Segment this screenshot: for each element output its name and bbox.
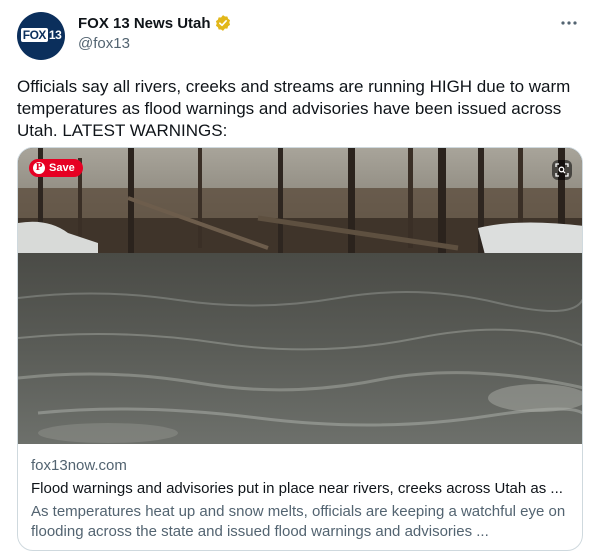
card-image[interactable]: P Save [18,148,582,444]
save-label: Save [49,162,75,174]
display-name[interactable]: FOX 13 News Utah [78,15,211,32]
card-title: Flood warnings and advisories put in pla… [31,480,563,497]
tweet-text: Officials say all rivers, creeks and str… [17,77,571,140]
pinterest-icon: P [33,162,45,174]
card-description: As temperatures heat up and snow melts, … [31,503,566,540]
verified-badge-icon[interactable] [214,14,232,32]
visual-search-icon[interactable] [552,160,572,180]
avatar[interactable]: FOX 13 [17,12,65,60]
river-scene-image [18,148,582,444]
handle[interactable]: @fox13 [78,35,232,52]
card-info[interactable]: fox13now.com Flood warnings and advisori… [18,444,582,542]
name-row: FOX 13 News Utah [78,13,232,33]
more-dots-icon[interactable] [558,12,580,34]
avatar-logo: FOX 13 [20,28,62,42]
pinterest-save-button[interactable]: P Save [29,159,83,177]
link-card[interactable]: P Save fox13now.com Flood warnings and a… [17,147,583,551]
card-domain: fox13now.com [31,457,127,474]
tweet-header: FOX 13 News Utah @fox13 [78,13,232,52]
tweet[interactable]: FOX 13 FOX 13 News Utah @fox13 Officials … [0,0,600,560]
